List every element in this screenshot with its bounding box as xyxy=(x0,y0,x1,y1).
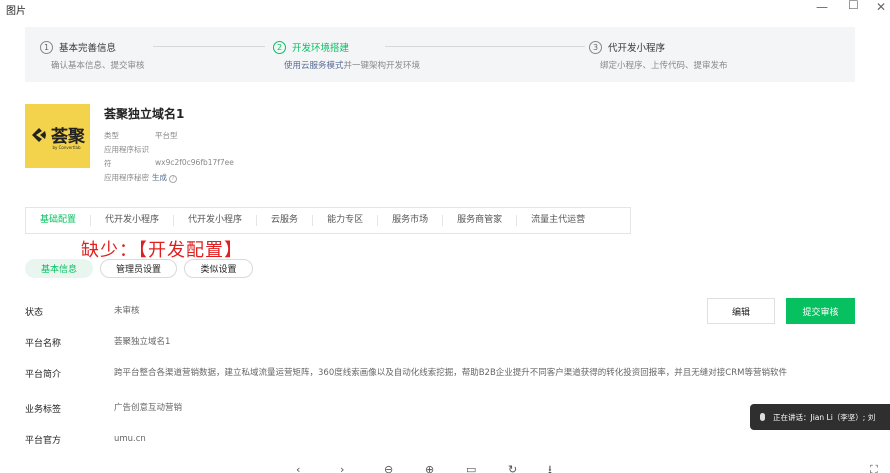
step-number: 1 xyxy=(40,40,53,54)
step-divider xyxy=(385,46,585,47)
row-value-business-tags: 广告创意互动营销 xyxy=(114,403,183,413)
meta-label: 应用程序秘密 xyxy=(104,173,149,182)
next-icon[interactable]: › xyxy=(340,464,344,473)
fullscreen-icon[interactable]: ⛶ xyxy=(870,464,878,473)
tab-cloud-service[interactable]: 云服务 xyxy=(256,215,312,226)
row-value-description: 跨平台整合各渠道营销数据，建立私域流量运营矩阵，360度线索画像以及自动化线索挖… xyxy=(114,368,787,378)
download-icon[interactable]: ⭳ xyxy=(548,464,552,473)
app-logo: 荟聚 by Convertlab xyxy=(25,104,90,168)
fit-window-icon[interactable]: ▭ xyxy=(466,464,476,473)
generate-secret-link[interactable]: 生成 xyxy=(152,173,167,182)
step-description: 绑定小程序、上传代码、提审发布 xyxy=(600,61,728,71)
help-icon[interactable]: ? xyxy=(169,175,177,183)
row-label-business-tags: 业务标签 xyxy=(25,405,62,415)
tab-service-market[interactable]: 服务市场 xyxy=(377,215,442,226)
tab-traffic-operation[interactable]: 流量主代运营 xyxy=(516,215,599,226)
minimize-button[interactable]: — xyxy=(816,0,828,14)
row-label-description: 平台简介 xyxy=(25,370,62,380)
main-tabs: 基础配置 代开发小程序 代开发小程序 云服务 能力专区 服务市场 服务商管家 流… xyxy=(25,207,631,234)
speaking-indicator: 正在讲话：Jian Li（李坚）; 刘 xyxy=(750,404,890,430)
row-value-official-site: umu.cn xyxy=(114,434,146,444)
cloud-mode-link[interactable]: 使用云服务模式 xyxy=(284,61,344,71)
speaking-text: 正在讲话：Jian Li（李坚）; 刘 xyxy=(773,412,876,422)
meta-value: 平台型 xyxy=(155,131,178,140)
maximize-button[interactable]: ☐ xyxy=(848,0,859,12)
app-name: 荟聚独立域名1 xyxy=(104,107,185,121)
row-value-platform-name: 荟聚独立域名1 xyxy=(114,337,171,347)
meta-label: 应用程序标识 xyxy=(104,145,149,154)
rotate-icon[interactable]: ↻ xyxy=(508,464,517,473)
window-titlebar: 图片 — ☐ ✕ xyxy=(0,0,890,17)
logo-mark-icon xyxy=(32,127,46,142)
tab-basic-config[interactable]: 基础配置 xyxy=(26,215,90,226)
row-label-platform-name: 平台名称 xyxy=(25,339,62,349)
logo-subtext: by Convertlab xyxy=(52,145,81,150)
step-description: 并一键架构开发环境 xyxy=(343,61,421,71)
meta-label: 类型 xyxy=(104,131,119,140)
step-number: 2 xyxy=(273,40,286,54)
row-value-status: 未审核 xyxy=(114,306,140,316)
prev-icon[interactable]: ‹ xyxy=(296,464,300,473)
tab-provider-manager[interactable]: 服务商管家 xyxy=(442,215,516,226)
row-label-official-site: 平台官方 xyxy=(25,436,62,446)
meta-label: 符 xyxy=(104,159,112,168)
step-title: 代开发小程序 xyxy=(608,43,666,54)
row-label-status: 状态 xyxy=(25,308,44,318)
subtab-similar-settings[interactable]: 类似设置 xyxy=(184,259,253,278)
close-button[interactable]: ✕ xyxy=(876,0,886,14)
step-3: 3 代开发小程序 绑定小程序、上传代码、提审发布 xyxy=(589,40,728,71)
tab-dev-miniprogram[interactable]: 代开发小程序 xyxy=(90,215,173,226)
zoom-out-icon[interactable]: ⊖ xyxy=(384,464,393,473)
step-divider xyxy=(153,46,265,47)
progress-steps: 1 基本完善信息 确认基本信息、提交审核 2 开发环境搭建 使用云服务模式并一键… xyxy=(25,27,855,82)
tab-capabilities[interactable]: 能力专区 xyxy=(312,215,377,226)
microphone-icon xyxy=(760,413,765,421)
zoom-in-icon[interactable]: ⊕ xyxy=(425,464,434,473)
step-1: 1 基本完善信息 确认基本信息、提交审核 xyxy=(40,40,145,71)
viewer-toolbar: ‹ › ⊖ ⊕ ▭ ↻ ⭳ ⛶ xyxy=(0,462,890,473)
step-description: 确认基本信息、提交审核 xyxy=(51,61,145,71)
step-number: 3 xyxy=(589,40,602,54)
window-title: 图片 xyxy=(6,6,26,17)
step-2: 2 开发环境搭建 使用云服务模式并一键架构开发环境 xyxy=(273,40,420,71)
subtab-basic-info[interactable]: 基本信息 xyxy=(25,259,93,278)
tab-dev-miniprogram-2[interactable]: 代开发小程序 xyxy=(173,215,256,226)
meta-secret-row: 应用程序秘密 生成? xyxy=(104,172,177,183)
step-title: 开发环境搭建 xyxy=(292,43,350,54)
app-id-value: wx9c2f0c96fb17f7ee xyxy=(155,158,234,167)
subtab-admin-settings[interactable]: 管理员设置 xyxy=(100,259,177,278)
logo-text: 荟聚 xyxy=(51,127,85,147)
step-title: 基本完善信息 xyxy=(59,43,117,54)
